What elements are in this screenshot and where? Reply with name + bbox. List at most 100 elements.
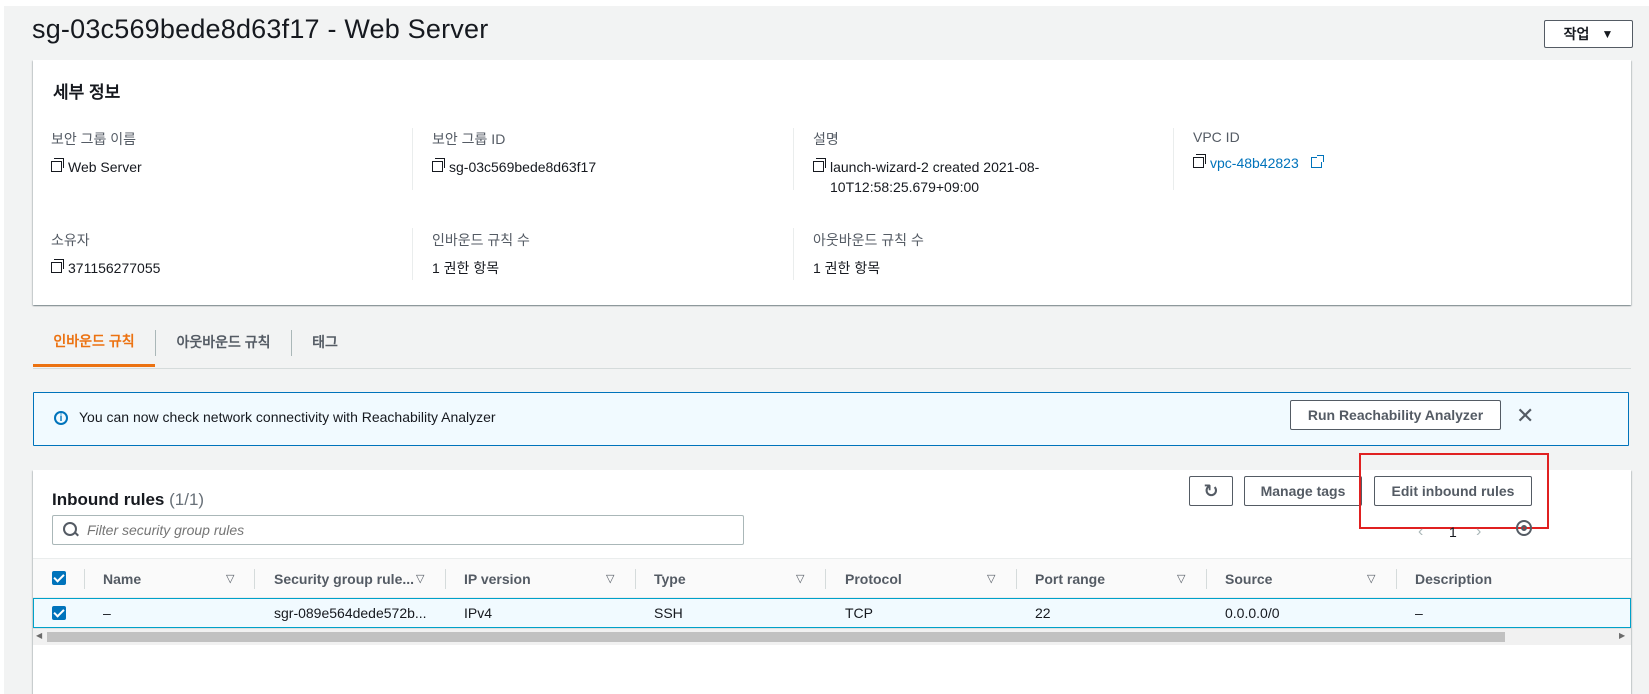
highlight-box: [1359, 453, 1549, 529]
copy-icon[interactable]: [51, 259, 64, 273]
copy-icon[interactable]: [51, 158, 64, 172]
sort-icon[interactable]: ▽: [416, 572, 424, 585]
col-header-source[interactable]: Source: [1225, 571, 1272, 587]
cell-rule-id: sgr-089e564dede572b...: [274, 605, 427, 621]
field-sg-name: 보안 그룹 이름 Web Server: [51, 129, 142, 177]
column-separator: [635, 569, 636, 589]
page-title: sg-03c569bede8d63f17 - Web Server: [32, 14, 489, 44]
field-label: 보안 그룹 ID: [432, 131, 506, 147]
sort-icon[interactable]: ▽: [226, 572, 234, 585]
rules-count: (1/1): [169, 490, 205, 509]
col-header-description[interactable]: Description: [1415, 571, 1492, 587]
actions-label: 작업: [1563, 26, 1590, 42]
cell-source: 0.0.0.0/0: [1225, 605, 1280, 621]
details-header: 세부 정보: [53, 83, 121, 102]
column-separator: [84, 569, 85, 589]
column-divider: [1173, 128, 1174, 190]
field-value: sg-03c569bede8d63f17: [449, 159, 597, 175]
column-separator: [1206, 569, 1207, 589]
copy-icon[interactable]: [813, 158, 826, 172]
pager-next-icon[interactable]: ›: [1476, 523, 1481, 541]
cell-description: –: [1415, 605, 1423, 621]
field-value: 1 권한 항목: [432, 260, 500, 276]
row-checkbox[interactable]: [52, 606, 66, 620]
field-value: launch-wizard-2 created 2021-08-10T12:58…: [830, 159, 1040, 195]
col-header-type[interactable]: Type: [654, 571, 686, 587]
manage-tags-button[interactable]: Manage tags: [1244, 476, 1362, 506]
external-link-icon: [1310, 155, 1324, 168]
field-inbound-count: 인바운드 규칙 수 1 권한 항목: [432, 230, 530, 278]
col-header-protocol[interactable]: Protocol: [845, 571, 902, 587]
table-row[interactable]: – sgr-089e564dede572b... IPv4 SSH TCP 22…: [33, 598, 1631, 628]
field-label: 보안 그룹 이름: [51, 131, 137, 147]
table-header: Name ▽ Security group rule... ▽ IP versi…: [33, 558, 1631, 598]
sort-icon[interactable]: ▽: [796, 572, 804, 585]
pager-prev-icon[interactable]: ‹: [1418, 523, 1423, 541]
field-sg-id: 보안 그룹 ID sg-03c569bede8d63f17: [432, 129, 596, 177]
sort-icon[interactable]: ▽: [1177, 572, 1185, 585]
filter-box[interactable]: [52, 515, 744, 545]
actions-dropdown-button[interactable]: 작업 ▼: [1544, 20, 1633, 48]
search-icon: [63, 522, 77, 536]
select-all-checkbox[interactable]: [52, 571, 66, 585]
field-outbound-count: 아웃바운드 규칙 수 1 권한 항목: [813, 230, 924, 278]
sort-icon[interactable]: ▽: [1367, 572, 1375, 585]
canvas: sg-03c569bede8d63f17 - Web Server 작업 ▼ 세…: [0, 0, 1649, 694]
field-label: VPC ID: [1193, 129, 1240, 145]
tab-bar: 인바운드 규칙 아웃바운드 규칙 태그: [33, 318, 1631, 369]
scrollbar-thumb[interactable]: [47, 632, 1505, 642]
run-reachability-analyzer-button[interactable]: Run Reachability Analyzer: [1290, 400, 1501, 430]
field-value: Web Server: [68, 159, 142, 175]
banner-text: You can now check network connectivity w…: [79, 409, 496, 425]
cell-ip-version: IPv4: [464, 605, 493, 621]
refresh-button[interactable]: ↻: [1189, 476, 1233, 506]
cell-port-range: 22: [1035, 605, 1051, 621]
info-icon: i: [54, 411, 68, 425]
vpc-link[interactable]: vpc-48b42823: [1210, 153, 1299, 173]
col-header-port-range[interactable]: Port range: [1035, 571, 1105, 587]
field-value: 1 권한 항목: [813, 260, 881, 276]
scroll-left-icon[interactable]: ◀: [36, 631, 42, 640]
inbound-rules-panel: Inbound rules (1/1) ↻ Manage tags Edit i…: [33, 453, 1631, 694]
tab-outbound-rules[interactable]: 아웃바운드 규칙: [156, 318, 291, 366]
sort-icon[interactable]: ▽: [987, 572, 995, 585]
field-label: 설명: [813, 131, 839, 147]
rules-title: Inbound rules (1/1): [52, 490, 204, 510]
column-separator: [254, 569, 255, 589]
refresh-icon: ↻: [1203, 480, 1219, 501]
gear-icon[interactable]: [1516, 520, 1532, 536]
field-label: 인바운드 규칙 수: [432, 232, 530, 248]
field-owner: 소유자 371156277055: [51, 230, 160, 278]
copy-icon[interactable]: [432, 158, 445, 172]
info-banner: i You can now check network connectivity…: [33, 392, 1629, 446]
column-separator: [825, 569, 826, 589]
column-divider: [793, 228, 794, 280]
details-panel: 세부 정보 보안 그룹 이름 Web Server 보안 그룹 ID sg-03…: [33, 60, 1631, 305]
column-divider: [412, 128, 413, 190]
column-separator: [1396, 569, 1397, 589]
horizontal-scrollbar[interactable]: ◀ ▶: [33, 628, 1631, 645]
copy-icon[interactable]: [1193, 154, 1206, 168]
close-icon[interactable]: ✕: [1516, 403, 1534, 429]
cell-name: –: [103, 605, 111, 621]
filter-input[interactable]: [85, 521, 689, 539]
cell-type: SSH: [654, 605, 683, 621]
pager-page[interactable]: 1: [1449, 524, 1457, 540]
col-header-ip-version[interactable]: IP version: [464, 571, 531, 587]
column-separator: [445, 569, 446, 589]
column-divider: [793, 128, 794, 190]
field-value: 371156277055: [68, 260, 161, 276]
field-description: 설명 launch-wizard-2 created 2021-08-10T12…: [813, 129, 1073, 197]
caret-down-icon: ▼: [1601, 27, 1614, 41]
cell-protocol: TCP: [845, 605, 873, 621]
rules-title-text: Inbound rules: [52, 490, 165, 509]
col-header-name[interactable]: Name: [103, 571, 141, 587]
field-label: 아웃바운드 규칙 수: [813, 232, 924, 248]
tab-tags[interactable]: 태그: [292, 318, 358, 366]
tab-inbound-rules[interactable]: 인바운드 규칙: [33, 318, 155, 367]
field-vpc-id: VPC ID vpc-48b42823: [1193, 129, 1324, 173]
scroll-right-icon[interactable]: ▶: [1619, 631, 1625, 640]
sort-icon[interactable]: ▽: [606, 572, 614, 585]
col-header-rule-id[interactable]: Security group rule...: [274, 571, 414, 587]
field-label: 소유자: [51, 232, 90, 248]
